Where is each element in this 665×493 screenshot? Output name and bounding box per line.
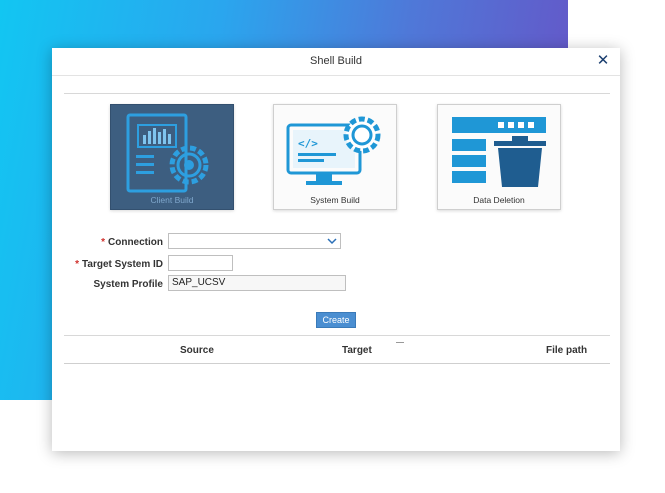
system-profile-value: SAP_UCSV [172, 277, 226, 288]
tile-system-build[interactable]: </> System Build [273, 104, 397, 210]
tile-label: Client Build [150, 195, 194, 205]
table-top-divider [64, 335, 610, 336]
connection-select[interactable] [168, 233, 341, 249]
tile-client-build[interactable]: Client Build [110, 104, 234, 210]
system-build-icon: </> [286, 116, 381, 185]
client-build-icon [126, 113, 209, 193]
data-deletion-icon [452, 117, 546, 187]
system-profile-input[interactable]: SAP_UCSV [168, 275, 346, 291]
system-profile-label: System Profile [93, 279, 163, 290]
svg-text:</>: </> [298, 137, 318, 150]
dialog-header: Shell Build ✕ [52, 48, 620, 76]
tile-label: System Build [310, 195, 360, 205]
header-divider [64, 93, 610, 94]
tile-label: Data Deletion [473, 195, 525, 205]
create-button[interactable]: Create [316, 312, 356, 328]
target-system-id-label: * Target System ID [52, 259, 163, 270]
column-header-target[interactable]: Target [342, 345, 372, 356]
chevron-down-icon[interactable] [327, 236, 337, 246]
column-header-file-path[interactable]: File path [546, 345, 587, 356]
table-header-divider [64, 363, 610, 364]
required-marker: * [75, 259, 80, 270]
required-marker: * [101, 237, 105, 248]
close-button[interactable]: ✕ [594, 52, 612, 70]
connection-label: * Connection [52, 237, 163, 248]
column-header-source[interactable]: Source [180, 345, 214, 356]
shell-build-dialog: Shell Build ✕ Client Build </> System Bu… [52, 48, 620, 451]
target-system-id-input[interactable] [168, 255, 233, 271]
tile-data-deletion[interactable]: Data Deletion [437, 104, 561, 210]
connection-label-text: Connection [108, 237, 163, 248]
target-system-id-label-text: Target System ID [82, 259, 163, 270]
dialog-title: Shell Build [310, 55, 362, 67]
column-resize-handle[interactable] [396, 342, 404, 343]
